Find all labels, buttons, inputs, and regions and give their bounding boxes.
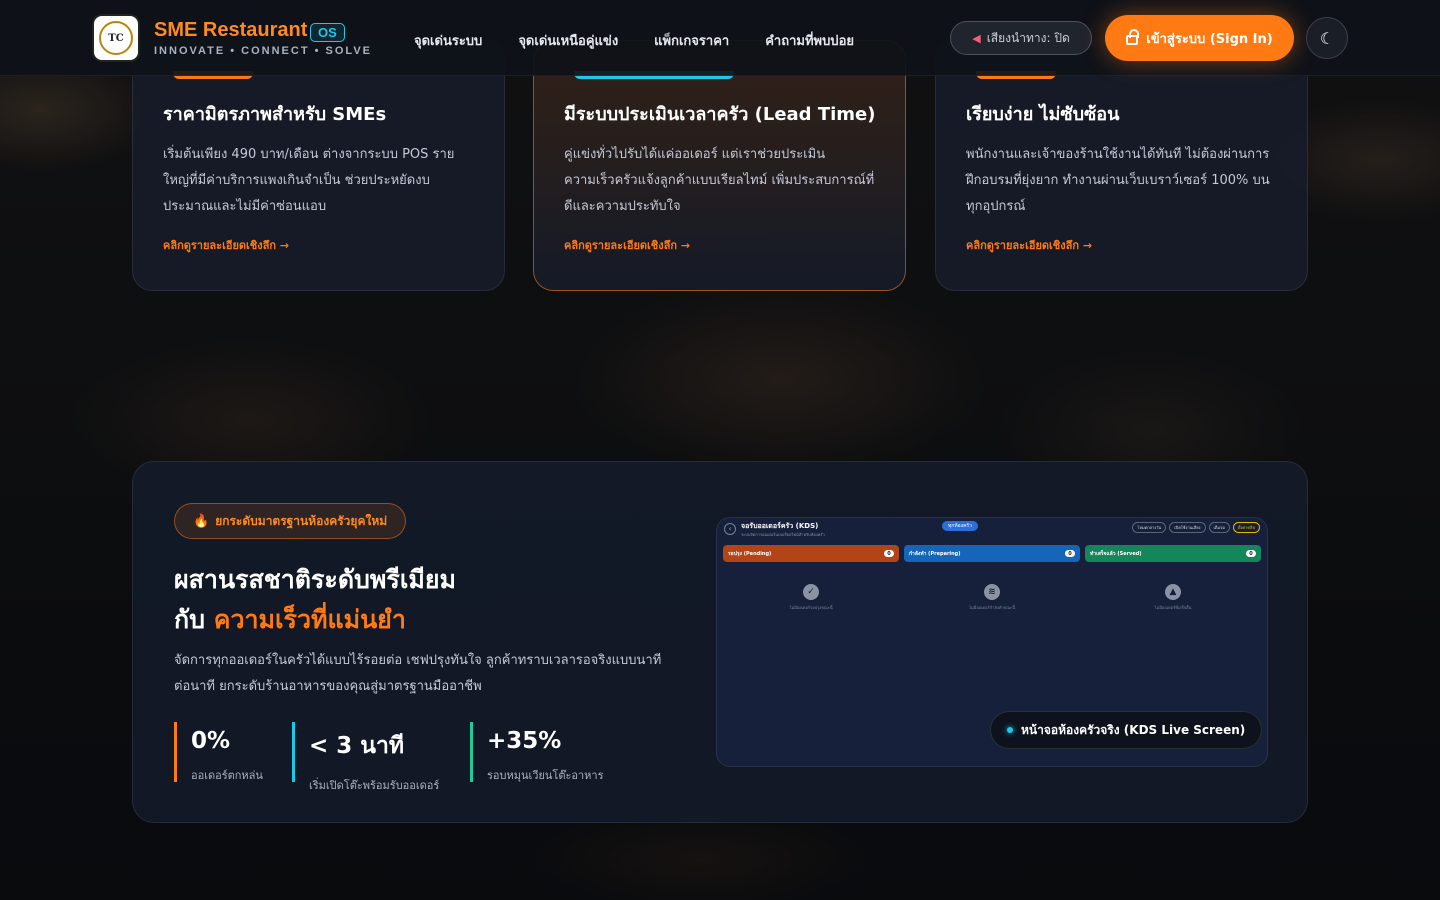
kds-actions: โหมดกลางวัน เปิดใช้งานเสียง เต็มจอ ตั้งค… <box>1132 522 1260 533</box>
kds-column-header: กำลังทำ (Preparing) 0 <box>904 545 1080 562</box>
back-arrow-icon: ‹ <box>724 523 736 535</box>
kitchen-showcase-section: 🔥 ยกระดับมาตรฐานห้องครัวยุคใหม่ ผสานรสชา… <box>132 461 1308 823</box>
thumbs-up-icon: ▲ <box>1165 584 1181 600</box>
kds-kitchen-filter: ทุกห้องครัว <box>942 521 978 531</box>
brand-os-badge: OS <box>310 23 345 42</box>
kds-column-pending: รอปรุง (Pending) 0 ✓ ไม่มีออเดอร์รอปรุงข… <box>723 545 899 611</box>
logo-emblem: TC <box>99 21 133 55</box>
section-badge-label: ยกระดับมาตรฐานห้องครัวยุคใหม่ <box>215 513 388 528</box>
kds-column-served: ทำเสร็จแล้ว (Served) 0 ▲ ไม่มีออเดอร์ที่… <box>1085 545 1261 611</box>
nav-links: จุดเด่นระบบ จุดเด่นเหนือคู่แข่ง แพ็กเกจร… <box>414 30 854 51</box>
lock-icon <box>1126 29 1140 45</box>
kds-empty-state: ≋ ไม่มีออเดอร์กำลังทำขณะนี้ <box>904 584 1080 611</box>
moon-icon: ☾ <box>1319 28 1335 48</box>
kds-column-label: กำลังทำ (Preparing) <box>909 550 961 557</box>
check-circle-icon: ✓ <box>803 584 819 600</box>
nav-link-features[interactable]: จุดเด่นระบบ <box>414 30 482 51</box>
headline-prefix: กับ <box>174 605 206 634</box>
kds-action-daymode: โหมดกลางวัน <box>1132 522 1167 533</box>
sign-in-label: เข้าสู่ระบบ (Sign In) <box>1146 31 1273 47</box>
kds-column-label: ทำเสร็จแล้ว (Served) <box>1090 550 1142 557</box>
stat-label: เริ่มเปิดโต๊ะพร้อมรับออเดอร์ <box>309 779 440 792</box>
stat-label: รอบหมุนเวียนโต๊ะอาหาร <box>487 769 604 782</box>
kds-empty-text: ไม่มีออเดอร์รอปรุงขณะนี้ <box>789 605 833 610</box>
feature-card-lead-time[interactable]: มีระบบประเมินเวลาครัว (Lead Time) คู่แข่… <box>533 40 906 291</box>
sign-in-button[interactable]: เข้าสู่ระบบ (Sign In) <box>1105 15 1294 61</box>
section-description: จัดการทุกออเดอร์ในครัวได้แบบไร้รอยต่อ เช… <box>174 653 662 694</box>
live-dot-icon <box>1007 727 1013 733</box>
fire-icon: 🔥 <box>193 513 210 529</box>
kds-live-label: หน้าจอห้องครัวจริง (KDS Live Screen) <box>1021 722 1246 737</box>
kds-column-count: 0 <box>1246 550 1256 557</box>
kds-action-fullscreen: เต็มจอ <box>1208 522 1230 533</box>
card-description: เริ่มต้นเพียง 490 บาท/เดือน ต่างจากระบบ … <box>163 147 455 214</box>
card-title: มีระบบประเมินเวลาครัว (Lead Time) <box>564 104 876 125</box>
kds-column-count: 0 <box>884 550 894 557</box>
stats-row: 0% ออเดอร์ตกหล่น < 3 นาที เริ่มเปิดโต๊ะพ… <box>174 722 622 792</box>
card-title: เรียบง่าย ไม่ซับซ้อน <box>966 104 1120 125</box>
card-detail-link[interactable]: คลิกดูรายละเอียดเชิงลึก → <box>966 236 1277 254</box>
stat-label: ออเดอร์ตกหล่น <box>191 769 263 782</box>
kds-empty-text: ไม่มีออเดอร์กำลังทำขณะนี้ <box>969 605 1015 610</box>
brand-tagline: INNOVATE • CONNECT • SOLVE <box>154 45 372 57</box>
card-detail-link[interactable]: คลิกดูรายละเอียดเชิงลึก → <box>564 236 875 254</box>
card-description: พนักงานและเจ้าของร้านใช้งานได้ทันที ไม่ต… <box>966 147 1270 214</box>
theme-toggle-button[interactable]: ☾ <box>1306 17 1348 59</box>
kds-column-header: รอปรุง (Pending) 0 <box>723 545 899 562</box>
section-badge: 🔥 ยกระดับมาตรฐานห้องครัวยุคใหม่ <box>174 503 407 539</box>
section-headline: ผสานรสชาติระดับพรีเมียม กับ ความเร็วที่แ… <box>174 560 456 640</box>
card-title: ราคามิตรภาพสำหรับ SMEs <box>163 104 387 125</box>
brand-logo[interactable]: TC <box>92 14 140 62</box>
stat-value: < 3 นาที <box>309 733 405 759</box>
mute-speaker-icon: ◀ <box>972 31 981 45</box>
nav-link-pricing[interactable]: แพ็กเกจราคา <box>654 30 729 51</box>
stat-value: +35% <box>487 728 562 754</box>
card-detail-link[interactable]: คลิกดูรายละเอียดเชิงลึก → <box>163 236 474 254</box>
kds-live-badge: หน้าจอห้องครัวจริง (KDS Live Screen) <box>990 711 1263 749</box>
kds-subtitle: ระบบจัดการออเดอร์แบบเรียลไทม์สำหรับห้องค… <box>741 532 825 537</box>
top-navbar: TC SME Restaurant OS INNOVATE • CONNECT … <box>0 0 1440 76</box>
cooking-pot-icon: ≋ <box>984 584 1000 600</box>
kds-column-count: 0 <box>1065 550 1075 557</box>
stat-table-turnover: +35% รอบหมุนเวียนโต๊ะอาหาร <box>470 722 604 782</box>
kds-empty-state: ▲ ไม่มีออเดอร์ที่เสร็จสิ้น <box>1085 584 1261 611</box>
kds-column-label: รอปรุง (Pending) <box>728 550 772 557</box>
card-description: คู่แข่งทั่วไปรับได้แค่ออเดอร์ แต่เราช่วย… <box>564 147 875 214</box>
nav-link-faq[interactable]: คำถามที่พบบ่อย <box>765 30 854 51</box>
kds-column-preparing: กำลังทำ (Preparing) 0 ≋ ไม่มีออเดอร์กำลั… <box>904 545 1080 611</box>
kds-action-settings: ตั้งค่าคลิป <box>1232 522 1260 533</box>
kds-column-header: ทำเสร็จแล้ว (Served) 0 <box>1085 545 1261 562</box>
stat-table-setup-time: < 3 นาที เริ่มเปิดโต๊ะพร้อมรับออเดอร์ <box>292 722 452 792</box>
kds-header: ‹ จอรับออเดอร์ครัว (KDS) ระบบจัดการออเดอ… <box>717 518 1267 542</box>
feature-card-pricing[interactable]: ราคามิตรภาพสำหรับ SMEs เริ่มต้นเพียง 490… <box>132 40 505 291</box>
stat-missed-orders: 0% ออเดอร์ตกหล่น <box>174 722 274 782</box>
feature-card-simple[interactable]: เรียบง่าย ไม่ซับซ้อน พนักงานและเจ้าของร้… <box>935 40 1308 291</box>
kds-columns: รอปรุง (Pending) 0 ✓ ไม่มีออเดอร์รอปรุงข… <box>723 545 1261 611</box>
nav-link-advantages[interactable]: จุดเด่นเหนือคู่แข่ง <box>518 30 618 51</box>
kds-action-sound: เปิดใช้งานเสียง <box>1169 522 1206 533</box>
headline-accent: ความเร็วที่แม่นยำ <box>213 605 406 634</box>
stat-value: 0% <box>191 728 231 754</box>
brand-title[interactable]: SME Restaurant <box>154 19 307 42</box>
voice-guide-label: เสียงนำทาง: ปิด <box>986 30 1070 45</box>
kds-empty-text: ไม่มีออเดอร์ที่เสร็จสิ้น <box>1154 605 1192 610</box>
voice-guide-toggle[interactable]: ◀ เสียงนำทาง: ปิด <box>950 21 1092 55</box>
kds-empty-state: ✓ ไม่มีออเดอร์รอปรุงขณะนี้ <box>723 584 899 611</box>
headline-line1: ผสานรสชาติระดับพรีเมียม <box>174 565 456 594</box>
